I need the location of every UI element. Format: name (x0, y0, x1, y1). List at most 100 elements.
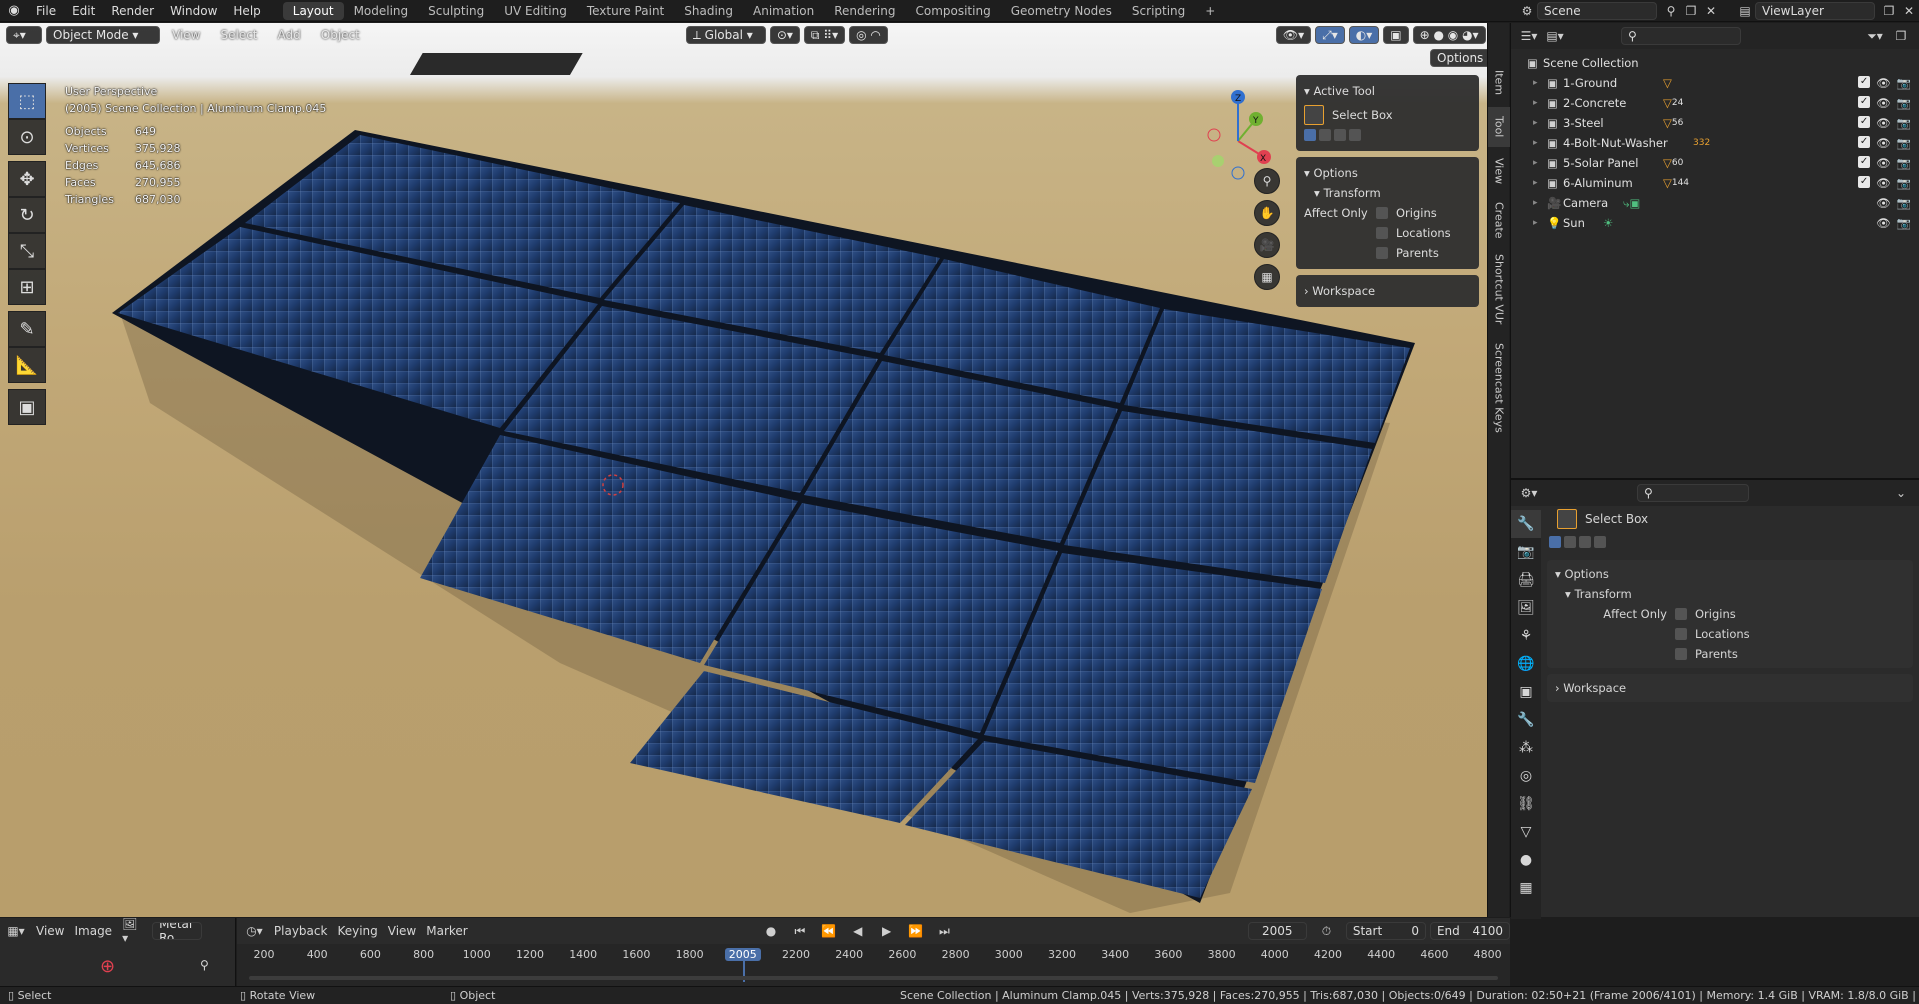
origins-checkbox[interactable] (1376, 207, 1388, 219)
outliner-item[interactable]: ▸ ▣ 5-Solar Panel ▽ 60 ✓ 👁 📷 (1527, 153, 1919, 173)
tab-tool[interactable]: Tool (1488, 107, 1510, 147)
viewport-menu-select[interactable]: Select (212, 28, 265, 42)
timeline-menu-keying[interactable]: Keying (337, 924, 377, 938)
menu-window[interactable]: Window (162, 4, 225, 18)
ortho-grid-icon[interactable]: ▦ (1254, 264, 1280, 290)
material-properties-icon[interactable]: ● (1511, 846, 1541, 874)
properties-options-icon[interactable]: ⌄ (1891, 484, 1911, 502)
workspace-tab-shading[interactable]: Shading (674, 2, 743, 20)
constraints-properties-icon[interactable]: ⛓ (1511, 790, 1541, 818)
view-layer-selector[interactable]: ViewLayer (1755, 2, 1875, 20)
workspace-section[interactable]: › Workspace (1296, 275, 1479, 307)
xray-icon[interactable]: ▣ (1383, 26, 1409, 44)
workspace-tab-compositing[interactable]: Compositing (905, 2, 1000, 20)
end-frame-input[interactable]: End 4100 (1429, 922, 1511, 940)
camera-view-icon[interactable]: 🎥 (1254, 232, 1280, 258)
transform-header[interactable]: ▾ Transform (1555, 584, 1905, 604)
editor-type-icon[interactable]: ⌖▾ (6, 26, 42, 44)
object-properties-icon[interactable]: ▣ (1511, 678, 1541, 706)
transform-header[interactable]: ▾ Transform (1304, 183, 1471, 203)
pin-icon[interactable]: ⚲ (1661, 2, 1681, 20)
eye-icon[interactable]: 👁 (1876, 176, 1891, 190)
pan-hand-icon[interactable]: ✋ (1254, 200, 1280, 226)
image-name-field[interactable]: Metal Ro (152, 922, 203, 940)
properties-editor-type-icon[interactable]: ⚙▾ (1519, 484, 1539, 502)
image-menu-image[interactable]: Image (74, 924, 112, 938)
image-editor-type-icon[interactable]: ▦▾ (6, 922, 26, 940)
workspace-tab-uv-editing[interactable]: UV Editing (494, 2, 577, 20)
outliner-item[interactable]: ▸ ▣ 4-Bolt-Nut-Washer 332 ✓ 👁 📷 (1527, 133, 1919, 153)
current-frame-input[interactable]: 2005 (1247, 922, 1307, 940)
viewport-menu-add[interactable]: Add (270, 28, 309, 42)
eye-icon[interactable]: 👁 (1876, 96, 1891, 110)
expand-arrow-icon[interactable]: ▸ (1533, 98, 1547, 108)
camera-render-icon[interactable]: 📷 (1897, 96, 1911, 110)
menu-edit[interactable]: Edit (64, 4, 103, 18)
outliner-item[interactable]: ▸ ▣ 2-Concrete ▽ 24 ✓ 👁 📷 (1527, 93, 1919, 113)
mode-selector[interactable]: Object Mode ▾ (46, 26, 160, 44)
timeline-editor-type-icon[interactable]: ◷▾ (245, 922, 264, 940)
transform-orientation-selector[interactable]: ⟂ Global ▾ (685, 26, 766, 44)
exclude-checkbox[interactable]: ✓ (1858, 176, 1871, 188)
timeline-menu-marker[interactable]: Marker (426, 924, 467, 938)
add-cube-tool-icon[interactable]: ▣ (8, 389, 46, 425)
render-properties-icon[interactable]: 📷 (1511, 538, 1541, 566)
expand-arrow-icon[interactable]: ▸ (1533, 158, 1547, 168)
new-scene-icon[interactable]: ❐ (1681, 2, 1701, 20)
mode-extend-icon[interactable] (1319, 129, 1331, 141)
expand-arrow-icon[interactable]: ▸ (1533, 138, 1547, 148)
scene-selector[interactable]: Scene (1537, 2, 1657, 20)
outliner-item[interactable]: ▸ 💡 Sun ☀ 👁 📷 (1527, 213, 1919, 233)
menu-render[interactable]: Render (103, 4, 162, 18)
tab-screencast-keys[interactable]: Screencast Keys (1488, 333, 1510, 443)
mode-subtract-icon[interactable] (1579, 536, 1591, 548)
shading-modes-icon[interactable]: ⊕ ● ◉ ◕▾ (1412, 26, 1486, 44)
tab-view[interactable]: View (1488, 151, 1510, 191)
close-view-layer-icon[interactable]: ✕ (1899, 2, 1919, 20)
stopwatch-icon[interactable]: ⏱ (1317, 922, 1336, 940)
navigation-gizmo[interactable]: X Y Z (1200, 83, 1300, 183)
camera-render-icon[interactable]: 📷 (1897, 76, 1911, 90)
eye-icon[interactable]: 👁 (1876, 196, 1891, 210)
camera-render-icon[interactable]: 📷 (1897, 136, 1911, 150)
texture-properties-icon[interactable]: ▦ (1511, 874, 1541, 902)
exclude-checkbox[interactable]: ✓ (1858, 76, 1871, 88)
jump-end-icon[interactable]: ⏭ (935, 922, 954, 940)
workspace-tab-sculpting[interactable]: Sculpting (418, 2, 494, 20)
timeline-scrollbar[interactable] (249, 976, 1498, 980)
options-dropdown[interactable]: Options ▾ (1430, 49, 1487, 67)
visibility-icon[interactable]: 👁▾ (1275, 26, 1312, 44)
camera-render-icon[interactable]: 📷 (1897, 116, 1911, 130)
camera-render-icon[interactable]: 📷 (1897, 196, 1911, 210)
zoom-icon[interactable]: ⚲ (200, 958, 209, 972)
snap-icon[interactable]: ⧉ ⠿▾ (803, 26, 846, 44)
camera-render-icon[interactable]: 📷 (1897, 156, 1911, 170)
exclude-checkbox[interactable]: ✓ (1858, 156, 1871, 168)
auto-keying-icon[interactable]: ● (762, 922, 781, 940)
tab-create[interactable]: Create (1488, 195, 1510, 245)
view-layer-properties-icon[interactable]: 🖼 (1511, 594, 1541, 622)
parents-checkbox[interactable] (1376, 247, 1388, 259)
particles-properties-icon[interactable]: ⁂ (1511, 734, 1541, 762)
tab-item[interactable]: Item (1488, 63, 1510, 103)
blender-logo-icon[interactable]: ◉ (0, 3, 28, 18)
rotate-tool-icon[interactable]: ↻ (8, 197, 46, 233)
eye-icon[interactable]: 👁 (1876, 216, 1891, 230)
workspace-tab-scripting[interactable]: Scripting (1122, 2, 1195, 20)
parents-checkbox[interactable] (1675, 648, 1687, 660)
prev-keyframe-icon[interactable]: ⏪ (819, 922, 838, 940)
outliner-item[interactable]: ▸ ▣ 6-Aluminum ▽ 144 ✓ 👁 📷 (1527, 173, 1919, 193)
mode-intersect-icon[interactable] (1594, 536, 1606, 548)
display-mode-icon[interactable]: ▤▾ (1545, 27, 1565, 45)
locations-checkbox[interactable] (1376, 227, 1388, 239)
origins-checkbox[interactable] (1675, 608, 1687, 620)
select-box-tool-icon[interactable]: ⬚ (8, 83, 46, 119)
timeline-menu-view[interactable]: View (388, 924, 416, 938)
add-workspace-icon[interactable]: + (1195, 2, 1225, 20)
mode-extend-icon[interactable] (1564, 536, 1576, 548)
cursor-tool-icon[interactable]: ⊙ (8, 119, 46, 155)
gizmo-toggle-icon[interactable]: ⤢▾ (1315, 26, 1345, 44)
new-collection-icon[interactable]: ❐ (1891, 27, 1911, 45)
move-tool-icon[interactable]: ✥ (8, 161, 46, 197)
next-keyframe-icon[interactable]: ⏩ (906, 922, 925, 940)
